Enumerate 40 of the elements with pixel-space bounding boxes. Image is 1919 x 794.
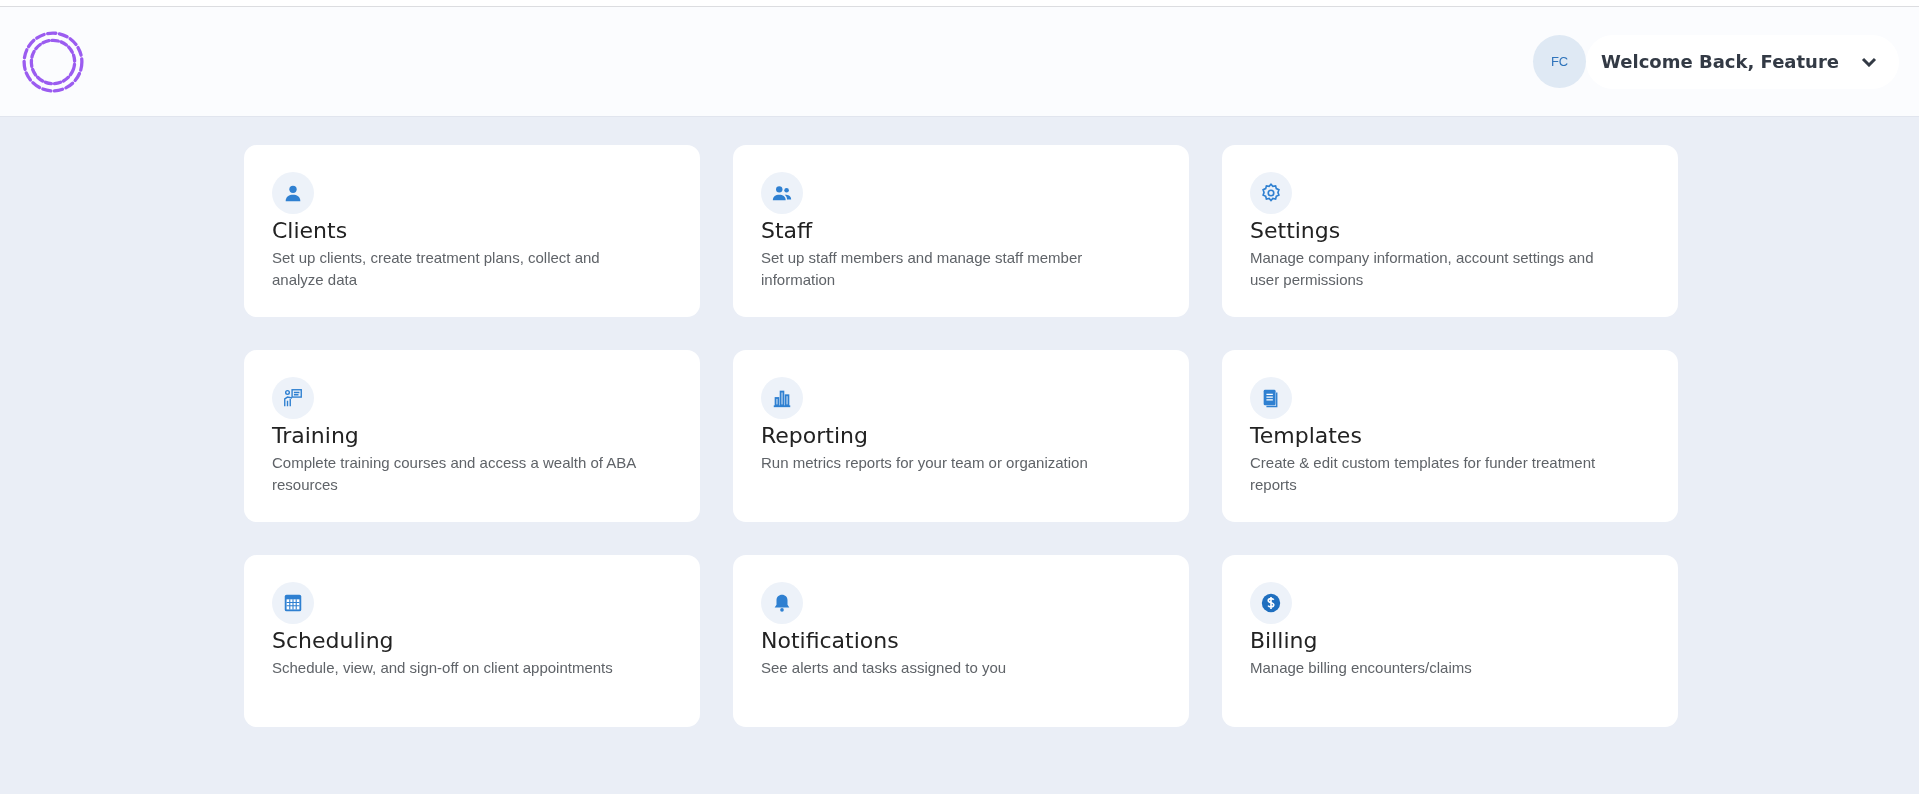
module-card[interactable]: Templates Create & edit custom templates for funder treatment reports [1222,350,1678,522]
card-title: Clients [272,218,349,243]
avatar[interactable]: FC [1533,35,1587,88]
card-title: Billing [1250,628,1319,653]
bar-chart-icon [761,377,803,419]
module-card[interactable]: Scheduling Schedule, view, and sign-off on client appointments [244,555,700,727]
dollar-icon [1250,582,1292,624]
module-card[interactable]: Staff Set up staff members and manage staff member information [733,145,1189,317]
module-card[interactable]: Notifications See alerts and tasks assigned to you [733,555,1189,727]
person-icon [272,172,314,214]
card-title: Scheduling [272,628,395,653]
card-description: Set up clients, create treatment plans, collect and analyze data [272,248,601,290]
card-title: Reporting [761,423,869,448]
chevron-down-icon [1861,56,1877,67]
module-card[interactable]: Training Complete training courses and access a wealth of ABA resources [244,350,700,522]
card-description: Create & edit custom templates for funder treatment reports [1250,453,1597,495]
card-title: Notifications [761,628,900,653]
logo-icon[interactable] [20,28,86,95]
card-title: Staff [761,218,814,243]
module-card[interactable]: Settings Manage company information, account settings and user permissions [1222,145,1678,317]
module-card[interactable]: Reporting Run metrics reports for your team or organization [733,350,1189,522]
presenter-icon [272,377,314,419]
calendar-icon [272,582,314,624]
card-description: See alerts and tasks assigned to you [761,658,1008,678]
card-description: Complete training courses and access a wealth of ABA resources [272,453,637,495]
card-title: Training [272,423,360,448]
people-icon [761,172,803,214]
card-description: Set up staff members and manage staff member information [761,248,1084,290]
card-title: Templates [1250,423,1363,448]
module-card[interactable]: Billing Manage billing encounters/claims [1222,555,1678,727]
card-description: Run metrics reports for your team or organization [761,453,1089,473]
user-menu-button[interactable]: Welcome Back, Feature [1586,34,1899,89]
card-title: Settings [1250,218,1342,243]
card-description: Manage billing encounters/claims [1250,658,1473,678]
card-description: Manage company information, account settings and user permissions [1250,248,1595,290]
module-card[interactable]: Clients Set up clients, create treatment plans, collect and analyze data [244,145,700,317]
document-icon [1250,377,1292,419]
bell-icon [761,582,803,624]
card-description: Schedule, view, and sign-off on client appointments [272,658,614,678]
settings-icon [1250,172,1292,214]
